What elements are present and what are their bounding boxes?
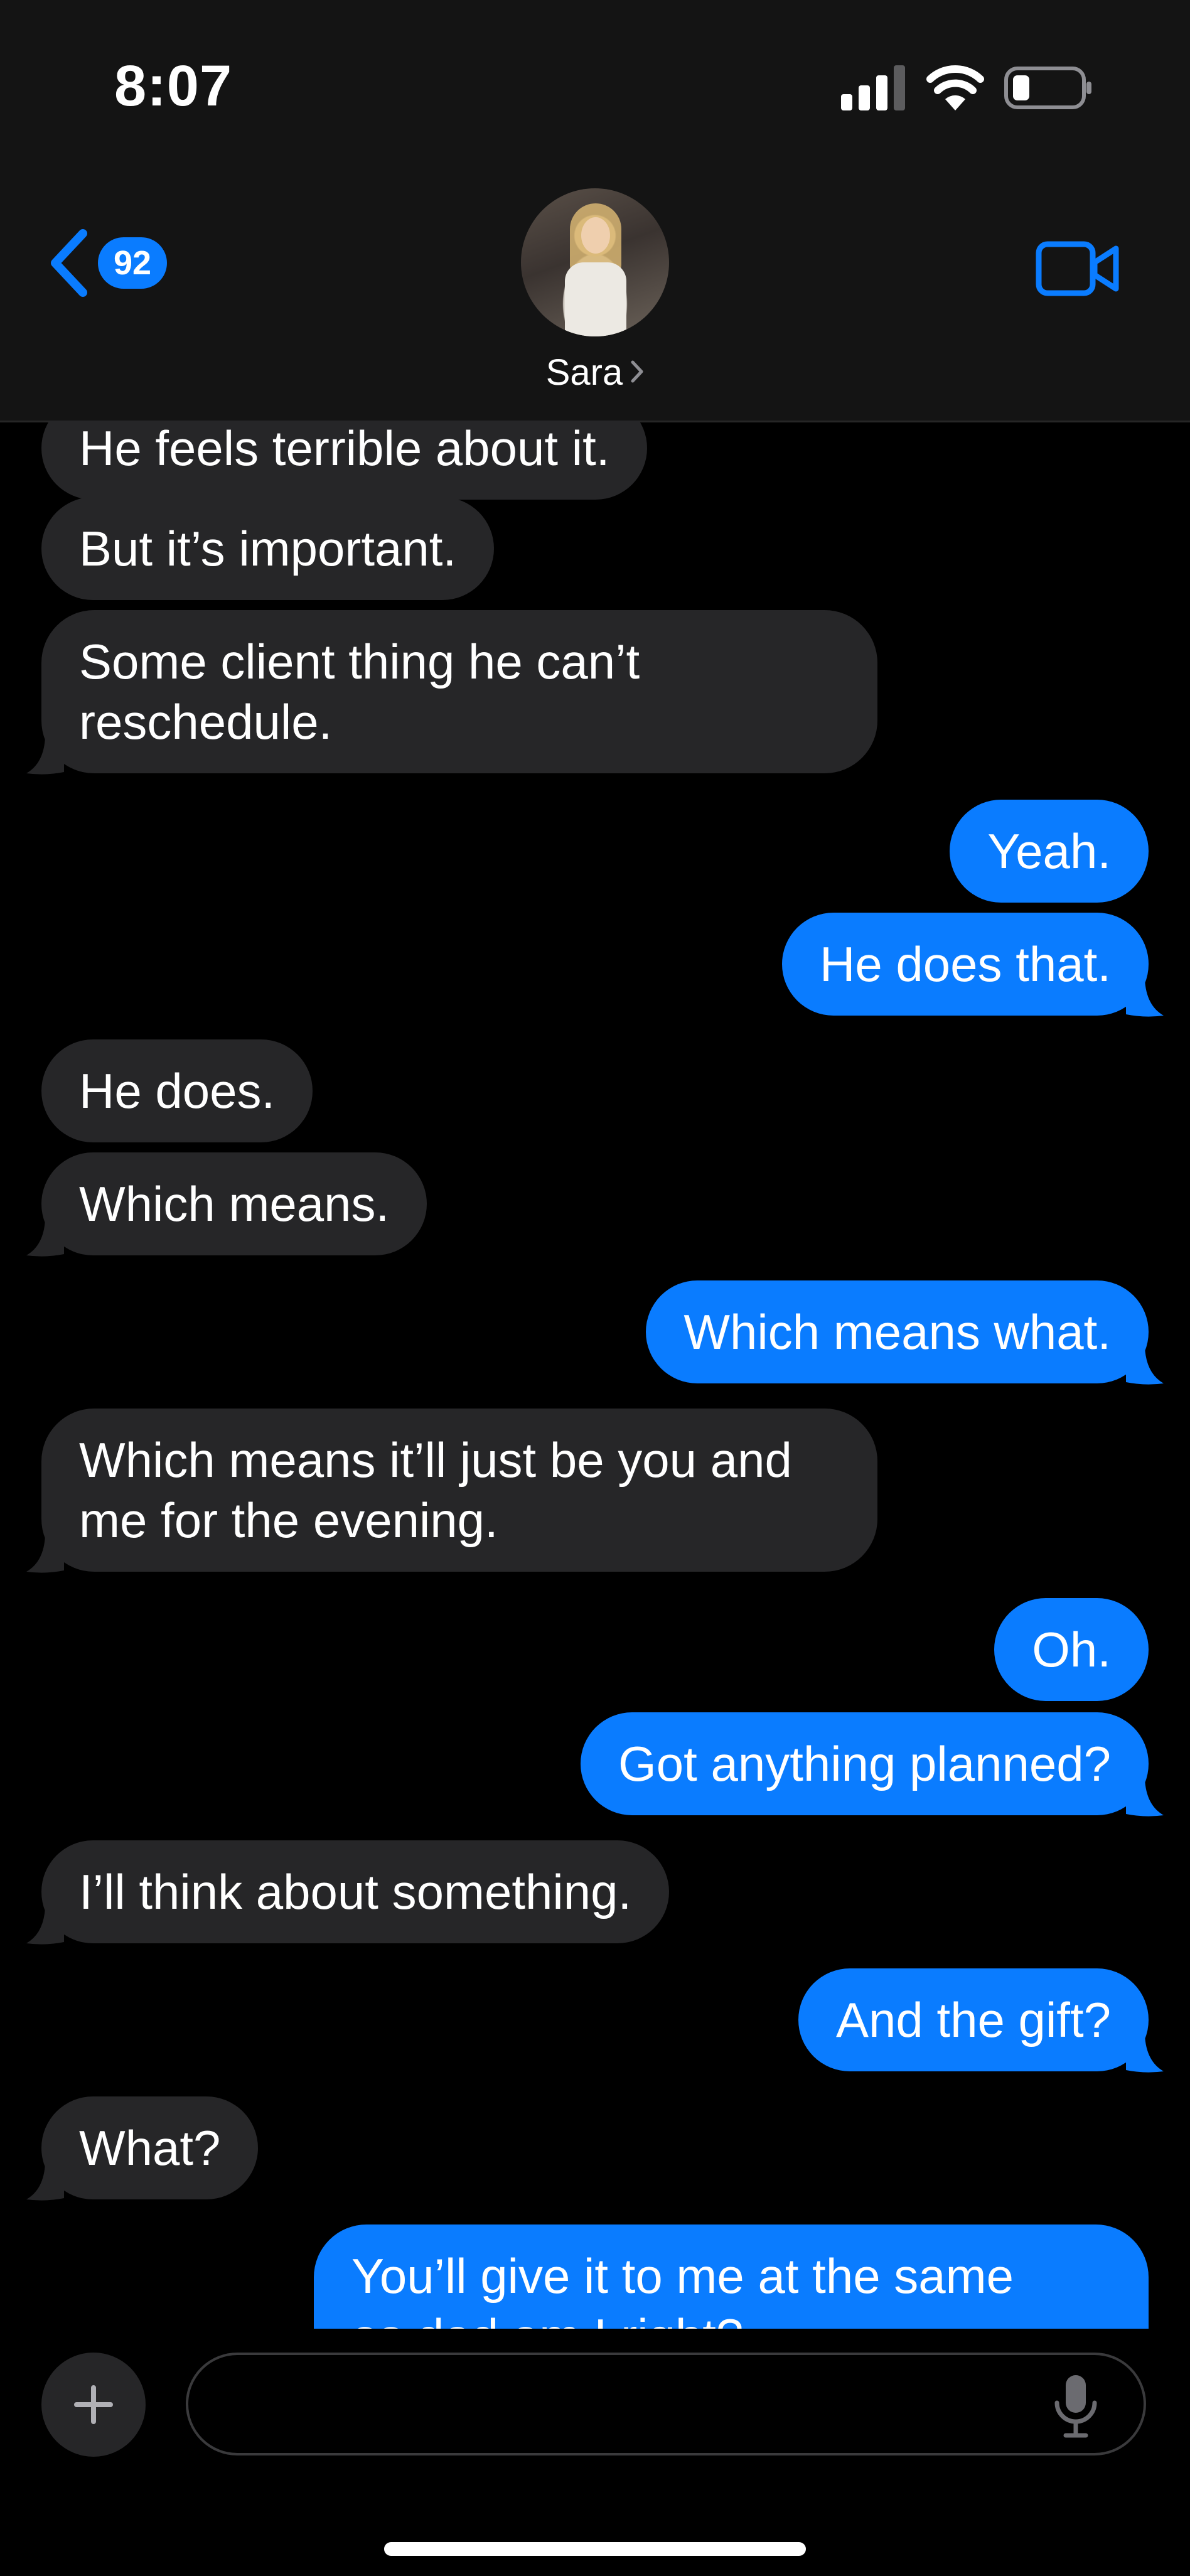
message-text: I’ll think about something. bbox=[79, 1864, 632, 1919]
plus-icon bbox=[74, 2385, 113, 2424]
message-bubble-incoming[interactable]: Some client thing he can’t reschedule. bbox=[26, 610, 877, 775]
message-text: You’ll give it to me at the same bbox=[351, 2248, 1014, 2304]
bubble-tail bbox=[1126, 1779, 1164, 1817]
back-button[interactable]: 92 bbox=[46, 227, 172, 303]
chevron-left-icon bbox=[51, 229, 87, 297]
message-text: He feels terrible about it. bbox=[79, 421, 610, 476]
message-bubble-incoming[interactable]: Which means it’ll just be you and me for… bbox=[26, 1409, 877, 1573]
message-bubble-outgoing[interactable]: Which means what. bbox=[646, 1280, 1164, 1385]
bubble-tail bbox=[26, 1219, 64, 1257]
message-input[interactable] bbox=[186, 2353, 1146, 2455]
bubble-tail bbox=[26, 1907, 64, 1945]
status-bar: 8:07 bbox=[0, 0, 1190, 169]
message-text: reschedule. bbox=[79, 694, 333, 749]
message-bubble-outgoing[interactable]: You’ll give it to me at the same as dad … bbox=[314, 2224, 1149, 2329]
bubble-tail bbox=[26, 737, 64, 775]
compose-bar bbox=[0, 2329, 1190, 2576]
apps-plus-button[interactable] bbox=[41, 2353, 146, 2457]
contact-avatar[interactable] bbox=[521, 188, 669, 336]
contact-name: Sara bbox=[545, 352, 623, 393]
bubble-tail bbox=[26, 1535, 64, 1573]
home-indicator[interactable] bbox=[384, 2542, 806, 2556]
bubble-tail bbox=[1126, 979, 1164, 1017]
message-bubble-outgoing[interactable]: Yeah. bbox=[950, 800, 1149, 903]
message-text: But it’s important. bbox=[79, 521, 457, 576]
bubble-tail bbox=[26, 2163, 64, 2201]
cellular-signal-icon bbox=[841, 65, 905, 110]
bubble-tail bbox=[1126, 2035, 1164, 2073]
message-text: What? bbox=[79, 2120, 221, 2176]
message-text: Which means what. bbox=[683, 1304, 1111, 1360]
message-bubble-outgoing[interactable]: Got anything planned? bbox=[581, 1712, 1164, 1817]
message-text: as dad am I right? bbox=[351, 2306, 1111, 2329]
message-text: He does. bbox=[79, 1063, 276, 1119]
wifi-icon bbox=[926, 65, 984, 110]
message-bubble-incoming[interactable]: But it’s important. bbox=[41, 497, 495, 600]
message-bubble-incoming[interactable]: Which means. bbox=[26, 1152, 427, 1257]
conversation-header: 92 Sara bbox=[0, 169, 1190, 422]
unread-count-badge: 92 bbox=[98, 237, 167, 289]
video-call-icon[interactable] bbox=[1036, 239, 1121, 299]
message-text: Some client thing he can’t bbox=[79, 634, 640, 689]
message-text: me for the evening. bbox=[79, 1493, 498, 1548]
message-text: Yeah. bbox=[987, 824, 1111, 879]
message-text: He does that. bbox=[820, 936, 1111, 992]
message-text: Which means it’ll just be you and bbox=[79, 1432, 792, 1488]
message-bubble-incoming[interactable]: He does. bbox=[41, 1039, 313, 1142]
message-text: Oh. bbox=[1032, 1622, 1111, 1677]
message-bubble-outgoing[interactable]: He does that. bbox=[782, 913, 1164, 1017]
message-bubble-outgoing[interactable]: Oh. bbox=[994, 1598, 1149, 1701]
message-bubble-incoming[interactable]: He feels terrible about it. bbox=[41, 421, 648, 500]
message-text: Which means. bbox=[79, 1176, 390, 1232]
contact-name-button[interactable]: Sara bbox=[0, 352, 1190, 394]
message-list[interactable]: He feels terrible about it. But it’s imp… bbox=[0, 421, 1190, 2329]
battery-icon bbox=[1004, 67, 1091, 109]
status-time: 8:07 bbox=[114, 54, 233, 118]
message-bubble-incoming[interactable]: What? bbox=[26, 2096, 259, 2201]
message-text: And the gift? bbox=[836, 1992, 1111, 2047]
message-text: Got anything planned? bbox=[618, 1736, 1111, 1791]
chevron-right-icon bbox=[631, 360, 643, 383]
microphone-icon[interactable] bbox=[1049, 2371, 1102, 2439]
message-bubble-incoming[interactable]: I’ll think about something. bbox=[26, 1840, 670, 1945]
message-bubble-outgoing[interactable]: And the gift? bbox=[798, 1968, 1164, 2073]
bubble-tail bbox=[1126, 1347, 1164, 1385]
